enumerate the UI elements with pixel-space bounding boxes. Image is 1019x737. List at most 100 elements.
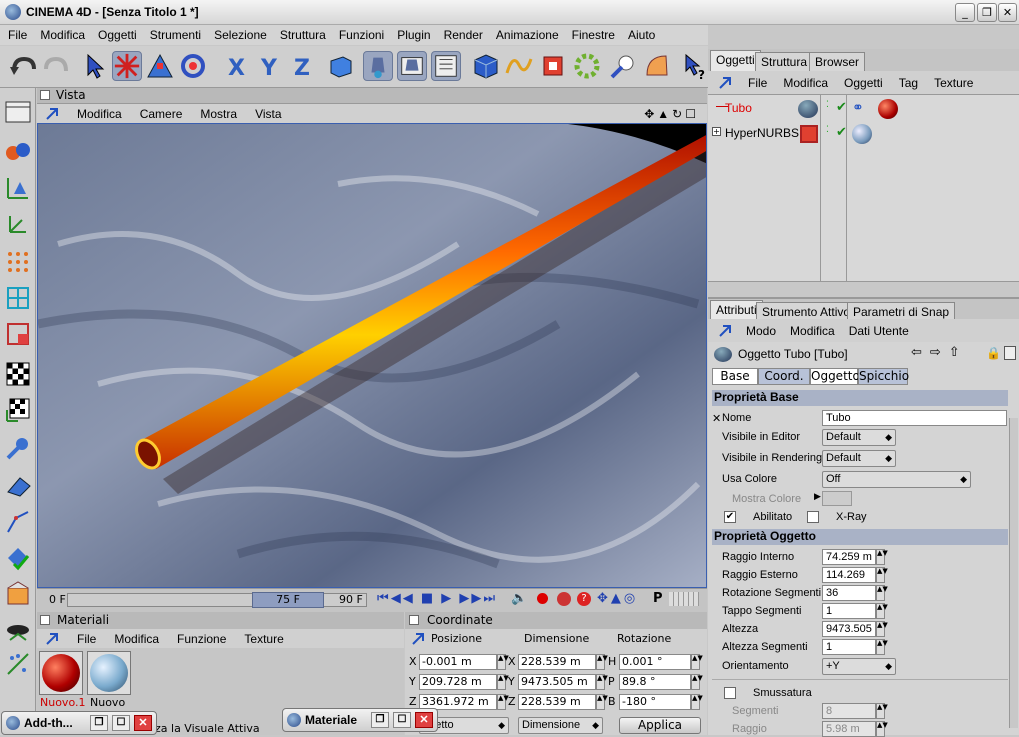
material-tag-water-icon[interactable] [852, 124, 872, 144]
viewport-menu-camere[interactable]: Camere [140, 107, 183, 121]
pos-y-spinner[interactable]: ▲▼ [497, 674, 509, 690]
pla-key-icon[interactable] [669, 592, 699, 606]
menu-struttura[interactable]: Struttura [280, 28, 326, 42]
light-icon[interactable] [608, 51, 638, 81]
tab-oggetti[interactable]: Oggetti [710, 50, 761, 71]
workplane-icon[interactable] [4, 618, 32, 646]
object-axis-icon[interactable] [4, 210, 32, 238]
tab-attributi[interactable]: Attributi [710, 300, 763, 321]
minimized-window-materiale[interactable]: Materiale ❐ ☐ ✕ [282, 708, 438, 732]
viewport-navigation-icons[interactable]: ✥▲↻☐ [644, 107, 699, 121]
materials-menu-modifica[interactable]: Modifica [114, 632, 159, 646]
sound-icon[interactable]: 🔈 [511, 591, 527, 606]
dim-y-spinner[interactable]: ▲▼ [596, 674, 608, 690]
texture-axis-icon[interactable] [4, 396, 32, 424]
menu-finestre[interactable]: Finestre [572, 28, 615, 42]
rot-p-spinner[interactable]: ▲▼ [691, 674, 703, 690]
viewport-menu-vista[interactable]: Vista [255, 107, 281, 121]
undo-icon[interactable] [8, 51, 38, 81]
restore-button[interactable]: ❐ [977, 3, 997, 22]
select-arrow-icon[interactable] [80, 51, 110, 81]
menu-strumenti[interactable]: Strumenti [150, 28, 201, 42]
y-axis-lock-icon[interactable]: Y [255, 51, 285, 81]
raggio-esterno-spinner[interactable]: ▲▼ [876, 567, 888, 583]
model-tool-icon[interactable] [4, 174, 32, 202]
tappo-segmenti-spinner[interactable]: ▲▼ [876, 603, 888, 619]
objects-menu-texture[interactable]: Texture [934, 76, 973, 90]
3d-viewport[interactable] [37, 123, 707, 588]
rotazione-segmenti-field[interactable]: 36 [822, 585, 876, 601]
subtab-spicchio[interactable]: Spicchio [858, 368, 909, 385]
usa-colore-dropdown[interactable]: Off ◆ [822, 471, 971, 488]
viewport-menu-modifica[interactable]: Modifica [77, 107, 122, 121]
array-icon[interactable] [572, 51, 602, 81]
materials-menu-icon[interactable] [45, 632, 59, 646]
rotate-tool-icon[interactable] [178, 51, 208, 81]
material-thumb-nuovo[interactable] [87, 651, 131, 695]
dim-x-field[interactable]: 228.539 m [518, 654, 596, 670]
cube-primitive-icon[interactable] [470, 51, 500, 81]
menu-modifica[interactable]: Modifica [40, 28, 85, 42]
raggio-interno-spinner[interactable]: ▲▼ [876, 549, 888, 565]
attr-menu-modifica[interactable]: Modifica [790, 324, 835, 338]
solo-mode-icon[interactable] [4, 580, 32, 608]
maximize-button[interactable]: ☐ [112, 715, 130, 731]
edit-render-icon[interactable] [4, 544, 32, 572]
objects-menu-file[interactable]: File [748, 76, 767, 90]
new-panel-icon[interactable] [1004, 346, 1016, 360]
dim-x-spinner[interactable]: ▲▼ [596, 654, 608, 670]
viewport-menu-mostra[interactable]: Mostra [200, 107, 237, 121]
expand-arrow-icon[interactable]: ▶ [814, 491, 821, 502]
polygons-mode-icon[interactable] [4, 320, 32, 348]
visibility-dots-icon[interactable]: ⁚ [826, 100, 829, 110]
maximize-button[interactable]: ☐ [393, 712, 411, 728]
menu-selezione[interactable]: Selezione [214, 28, 267, 42]
nome-field[interactable]: Tubo [822, 410, 1007, 426]
close-button[interactable]: ✕ [134, 715, 152, 731]
segmenti-spinner[interactable]: ▲▼ [876, 703, 888, 719]
menu-oggetti[interactable]: Oggetti [98, 28, 137, 42]
xray-checkbox[interactable] [807, 511, 819, 523]
bone-tool-icon[interactable] [4, 508, 32, 536]
help-pointer-icon[interactable]: ? [680, 51, 710, 81]
subtab-coord[interactable]: Coord. [758, 368, 810, 385]
tab-struttura[interactable]: Struttura [755, 52, 814, 71]
objects-menu-icon[interactable] [718, 76, 732, 90]
timeline-current-frame[interactable]: 75 F [252, 592, 324, 608]
subtab-base[interactable]: Base [712, 368, 758, 385]
x-axis-lock-icon[interactable]: X [222, 51, 252, 81]
section-proprieta-base[interactable]: Proprietà Base [712, 390, 1008, 406]
material-tag-red-icon[interactable] [878, 99, 898, 119]
pos-x-spinner[interactable]: ▲▼ [497, 654, 509, 670]
abilitato-checkbox[interactable]: ✔ [724, 511, 736, 523]
object-row-tubo[interactable]: Tubo ⁚ ✔ ⚭ [710, 99, 1010, 122]
snap-settings-icon[interactable] [4, 650, 32, 678]
edges-mode-icon[interactable] [4, 284, 32, 312]
coordinates-window-checkbox[interactable] [409, 615, 419, 625]
attr-menu-modo[interactable]: Modo [746, 324, 776, 338]
lock-icon[interactable]: 🔒 [986, 346, 1001, 360]
material-thumb-nuovo1[interactable] [39, 651, 83, 695]
rot-h-field[interactable]: 0.001 ° [619, 654, 691, 670]
segmenti-field[interactable]: 8 [822, 703, 876, 719]
altezza-segmenti-field[interactable]: 1 [822, 639, 876, 655]
horizontal-scrollbar[interactable] [708, 281, 1019, 291]
orientamento-dropdown[interactable]: +Y ◆ [822, 658, 896, 675]
materials-menu-file[interactable]: File [77, 632, 96, 646]
vis-render-dropdown[interactable]: Default ◆ [822, 450, 896, 467]
pos-x-field[interactable]: -0.001 m [419, 654, 497, 670]
dim-z-spinner[interactable]: ▲▼ [596, 694, 608, 710]
nurbs-icon[interactable] [538, 51, 568, 81]
smussatura-checkbox[interactable] [724, 687, 736, 699]
close-button[interactable]: ✕ [998, 3, 1017, 22]
menu-file[interactable]: File [8, 28, 27, 42]
objects-menu-oggetti[interactable]: Oggetti [844, 76, 883, 90]
materials-window-checkbox[interactable] [40, 615, 50, 625]
autokey-icon[interactable] [557, 592, 571, 606]
objects-manager-icon[interactable] [4, 136, 32, 164]
phong-tag-icon[interactable]: ⚭ [852, 100, 864, 116]
menu-funzioni[interactable]: Funzioni [339, 28, 384, 42]
subtab-oggetto[interactable]: Oggetto [810, 368, 860, 385]
move-tool-icon[interactable] [112, 51, 142, 81]
materials-menu-texture[interactable]: Texture [244, 632, 283, 646]
